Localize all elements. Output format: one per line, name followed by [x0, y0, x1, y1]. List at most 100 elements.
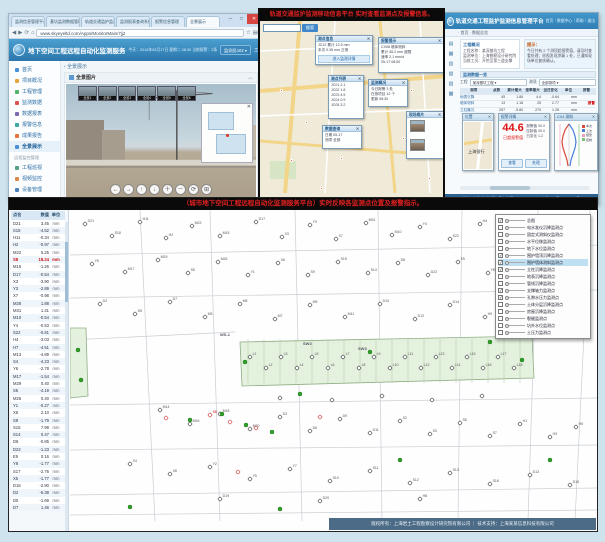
point-row[interactable]: S818.24mm [11, 256, 65, 263]
layer-row[interactable]: 水平位移监测点 [498, 238, 588, 245]
zoom-in-button[interactable]: ＋ [162, 184, 173, 195]
point-cross-icon[interactable]: H9 [483, 312, 493, 319]
point-cross-icon[interactable]: S2 [398, 416, 407, 423]
point-cross-icon[interactable]: S18 [110, 231, 121, 238]
close-icon[interactable]: ✕ [438, 112, 441, 117]
point-row[interactable]: H11-0.34mm [11, 234, 65, 241]
point-cross-icon[interactable]: Y3 [308, 220, 317, 227]
layer-row[interactable]: 地下水位监测点 [498, 245, 588, 252]
point-cross-icon[interactable]: D8 [396, 258, 406, 265]
project-filter-select[interactable]: 某深基坑工程 ▾ [470, 79, 527, 86]
rail-icon[interactable]: ▨ [449, 81, 454, 87]
opacity-slider[interactable] [505, 283, 525, 284]
point-row[interactable]: D213.45mm [11, 220, 65, 227]
opacity-slider[interactable] [505, 234, 525, 235]
horizontal-scrollbar[interactable] [460, 186, 590, 190]
browser-tab[interactable]: 轨道交通监护监测 [81, 16, 115, 27]
close-icon[interactable]: ✕ [544, 114, 547, 120]
layer-checkbox[interactable] [498, 302, 503, 307]
layer-checkbox[interactable] [498, 246, 503, 251]
rail-icon[interactable]: ▩ [449, 91, 454, 97]
point-cross-icon[interactable]: M22 [190, 221, 202, 228]
point-cross-icon[interactable]: E5 [456, 257, 465, 264]
layer-checkbox[interactable] [498, 274, 503, 279]
user-menu-button[interactable]: 监测员102 ▾ [220, 45, 251, 55]
alarm-marker-icon[interactable] [402, 137, 405, 140]
point-alarm-icon[interactable] [318, 415, 323, 420]
back-icon[interactable]: ◀ [12, 30, 16, 36]
point-row[interactable]: X7-0.98mm [11, 292, 65, 299]
sidebar-item[interactable]: 成果报告 [9, 130, 60, 141]
browser-tab[interactable]: 监测信息管理平台 [11, 16, 45, 27]
layer-row[interactable]: 房屋沉降监测点 [498, 308, 588, 315]
alarm-marker-icon[interactable] [305, 121, 308, 124]
point-cross-icon[interactable]: M9 [308, 300, 318, 307]
forward-icon[interactable]: ▶ [18, 30, 22, 36]
point-cross-icon[interactable]: D20 [318, 496, 329, 503]
browser-tab[interactable]: 监测报表查询系统 [116, 16, 150, 27]
point-cross-icon[interactable]: D7 [168, 297, 178, 304]
point-cross-icon[interactable]: D6 [308, 426, 318, 433]
alarm-marker-icon[interactable] [410, 89, 413, 92]
point-cross-icon[interactable]: H8 [418, 494, 428, 501]
layer-checkbox[interactable]: ✓ [498, 260, 503, 265]
point-cross-icon[interactable]: X6 [276, 258, 285, 265]
inset-map[interactable]: ✕ [201, 103, 253, 163]
point-alarm-icon[interactable] [236, 470, 241, 475]
point-cross-icon[interactable]: Y2 [208, 462, 217, 469]
sidebar-item[interactable]: 工程巡视 [9, 162, 60, 173]
map-info-window[interactable]: 数据查询✕日期 05-17测项 全部 [322, 125, 362, 149]
point-normal-icon[interactable] [244, 423, 248, 427]
browser-tab[interactable]: 报警信息管理 [151, 16, 185, 27]
sidebar-item[interactable]: 数据报表 [9, 108, 60, 119]
point-cross-icon[interactable]: S11 [368, 466, 379, 473]
point-row[interactable]: M290.40mm [11, 380, 65, 387]
layer-checkbox[interactable]: ✓ [498, 218, 503, 223]
rail-icon[interactable]: ▥ [449, 61, 454, 67]
close-icon[interactable]: ✕ [438, 38, 441, 43]
app2-top-links[interactable]: 首页｜数据中心｜帮助｜退出 [546, 19, 595, 24]
layer-checkbox[interactable] [498, 316, 503, 321]
close-icon[interactable]: ✕ [356, 126, 359, 131]
point-row[interactable]: S157.99mm [11, 424, 65, 431]
refresh-icon[interactable]: ⟳ [24, 30, 29, 36]
point-cross-icon[interactable]: M11 [343, 312, 355, 319]
web-map[interactable]: 搜索 测点信息✕JC12 累计 12.5 mm本次 0.36 mm 正常进入监测… [260, 21, 443, 193]
point-row[interactable]: M13-4.89mm [11, 351, 65, 358]
layer-checkbox[interactable] [498, 281, 503, 286]
panorama-thumbnail[interactable]: 全景1 [78, 86, 97, 101]
point-cross-icon[interactable]: S3 [428, 429, 437, 436]
point-normal-icon[interactable] [298, 392, 302, 396]
point-cross-icon[interactable]: M5 [238, 299, 248, 306]
point-cross-icon[interactable]: M17 [123, 267, 135, 274]
point-row[interactable]: D22-1.23mm [11, 446, 65, 453]
point-cross-icon[interactable]: D2 [98, 299, 108, 306]
point-row[interactable]: D17-0.54mm [11, 271, 65, 278]
point-cross-icon[interactable]: H1 [518, 419, 528, 426]
map-info-window[interactable]: 测点列表✕JC01 2.1JC02 1.8JC03 4.5JC04 0.9JC0… [328, 75, 364, 119]
layer-row[interactable]: 坑外水位监测点 [498, 322, 588, 329]
opacity-slider[interactable] [505, 269, 525, 270]
point-cross-icon[interactable]: D5 [133, 309, 143, 316]
point-cross-icon[interactable]: X7 [334, 234, 343, 241]
maximize-button[interactable]: □ [236, 14, 247, 24]
point-row[interactable]: S140.47mm [11, 431, 65, 438]
layer-row[interactable]: 土体分层沉降监测点 [498, 301, 588, 308]
point-cross-icon[interactable]: M29 [156, 255, 168, 262]
sidebar-item[interactable]: 项目概况 [9, 75, 60, 86]
point-cross-icon[interactable]: M31 [364, 218, 376, 225]
point-row[interactable]: Y8-1.77mm [11, 460, 65, 467]
point-normal-icon[interactable] [520, 358, 524, 362]
point-row[interactable]: M10-0.54mm [11, 314, 65, 321]
point-cross-icon[interactable]: S7 [488, 431, 497, 438]
point-cross-icon[interactable]: D12 [413, 314, 424, 321]
panorama-thumbnail[interactable]: 全景3 [118, 86, 137, 101]
close-icon[interactable]: ✕ [367, 36, 370, 41]
close-icon[interactable]: ✕ [402, 80, 405, 85]
layer-row[interactable]: ✓立柱沉降监测点 [498, 266, 588, 273]
point-cross-icon[interactable]: Y4 [418, 222, 427, 229]
layer-row[interactable]: 地表沉降监测点 [498, 273, 588, 280]
map-info-window[interactable]: 测点信息✕JC12 累计 12.5 mm本次 0.36 mm 正常进入监测详情 [315, 35, 373, 65]
opacity-slider[interactable] [505, 255, 525, 256]
sidebar-item[interactable]: 设备管理 [9, 184, 60, 195]
